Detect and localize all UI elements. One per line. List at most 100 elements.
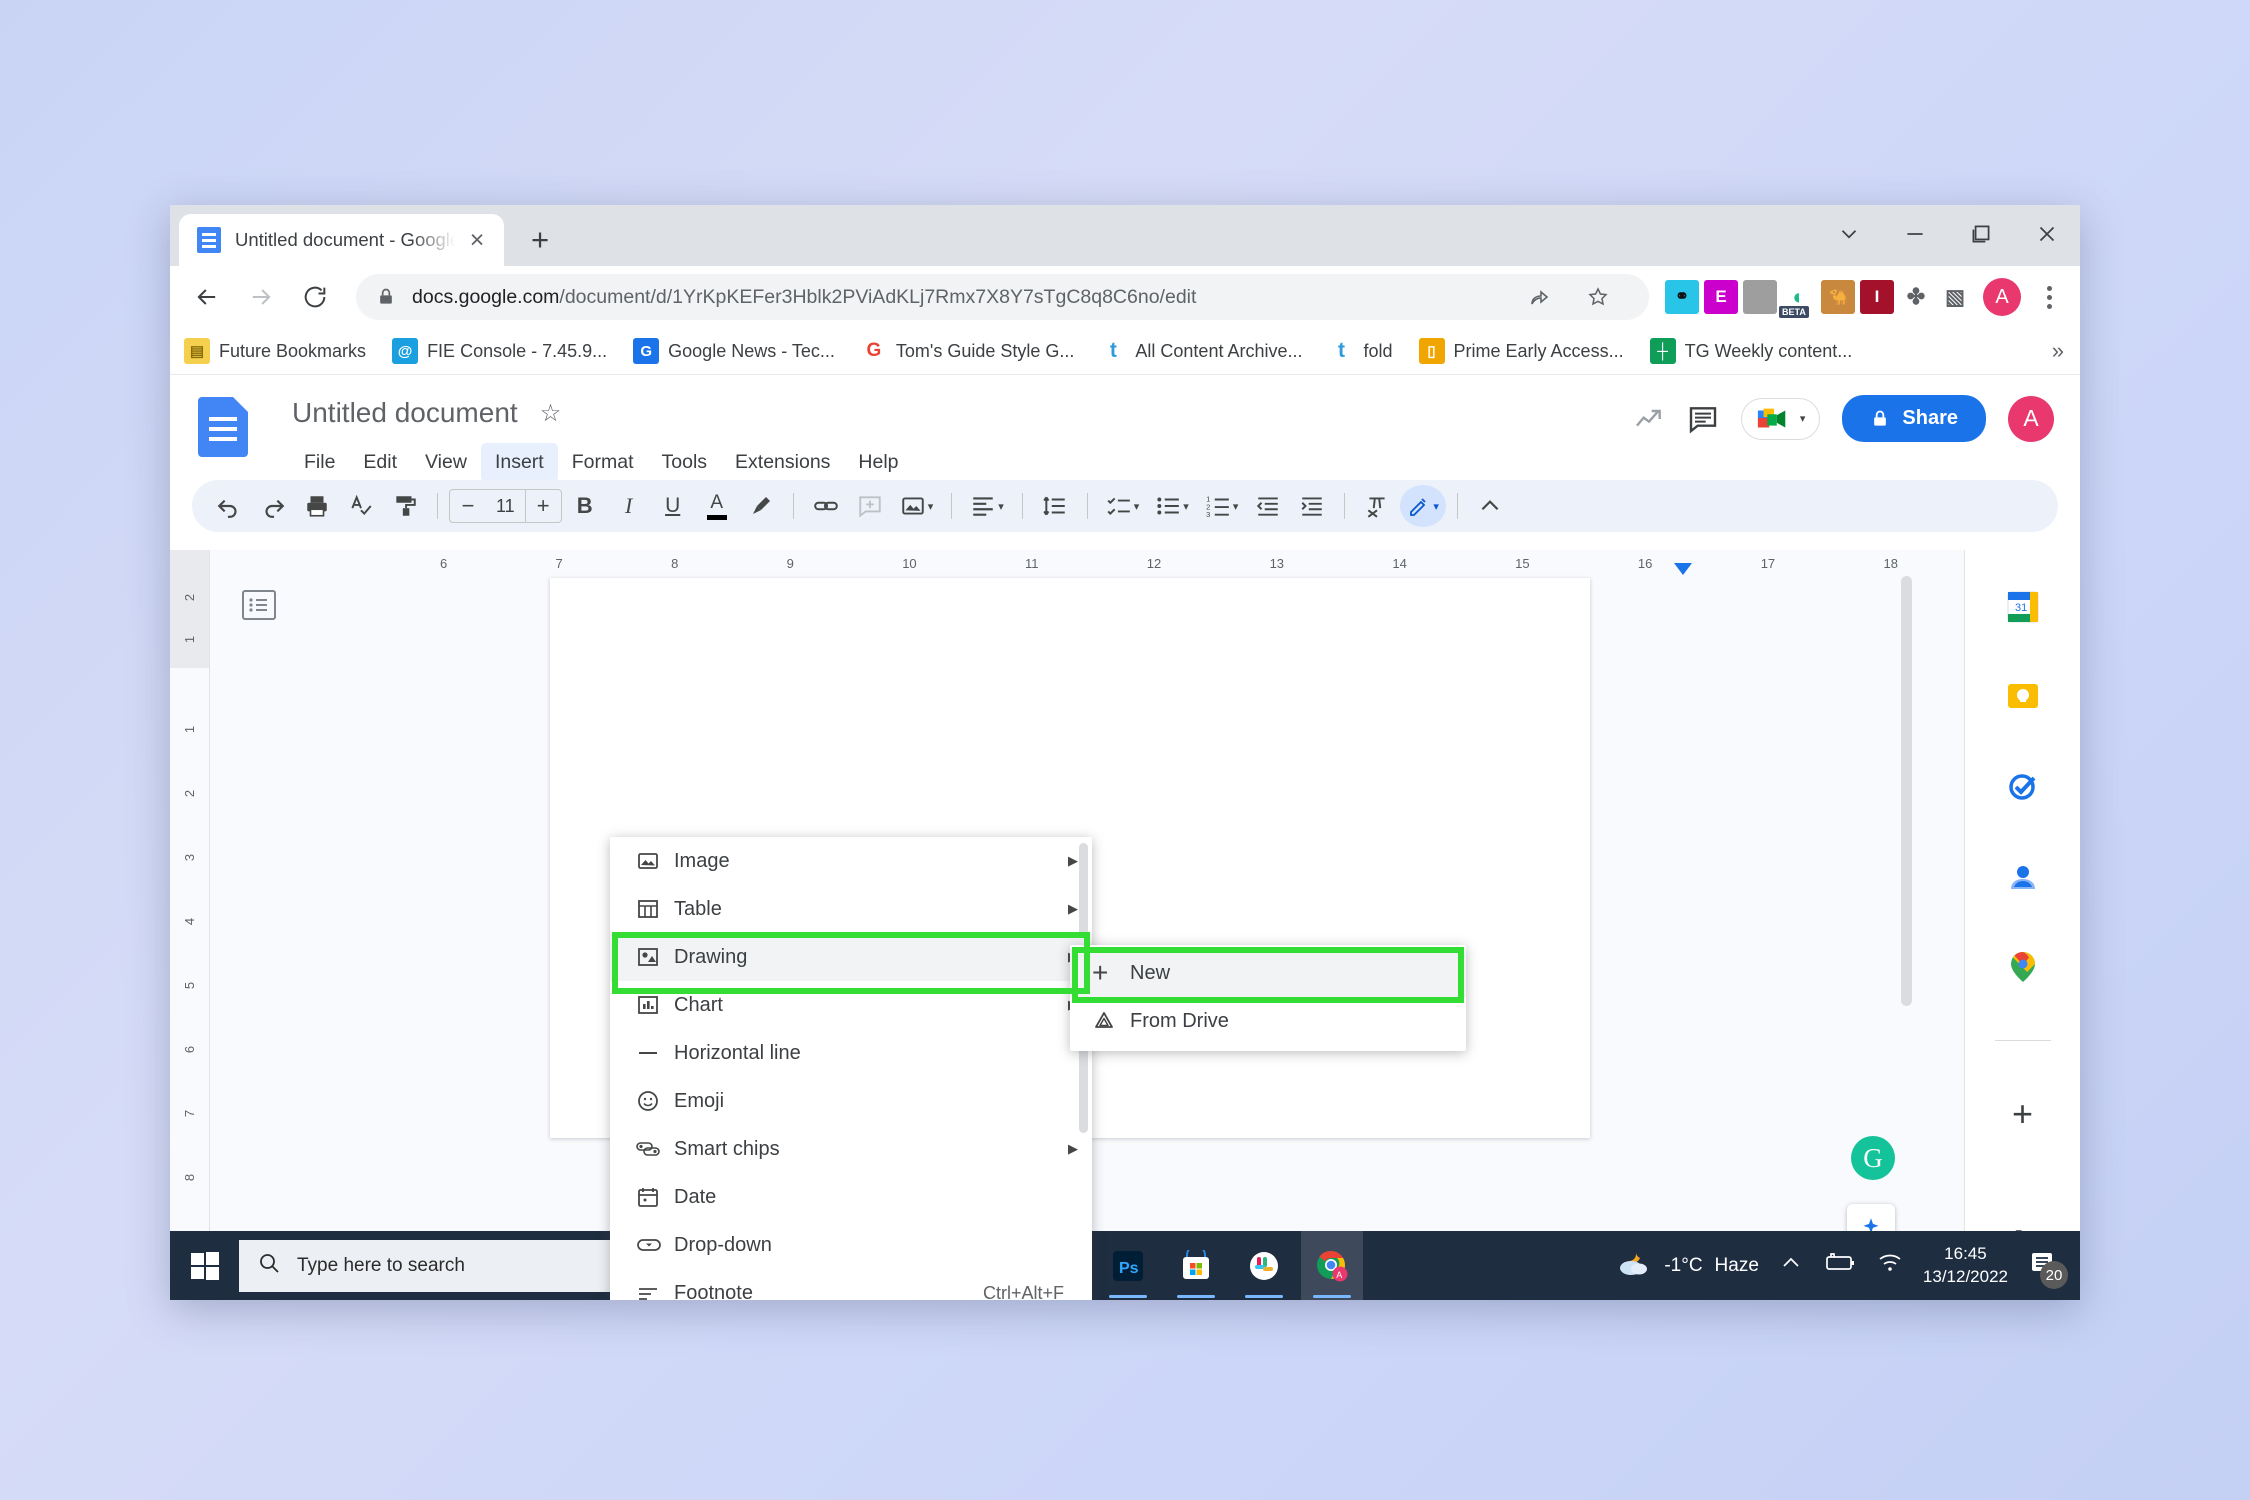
menu-view[interactable]: View	[411, 443, 481, 482]
close-icon[interactable]: ×	[462, 225, 492, 255]
redo-icon[interactable]	[252, 485, 294, 527]
address-bar[interactable]: docs.google.com/document/d/1YrKpKEFer3Hb…	[356, 274, 1649, 320]
menu-item-image[interactable]: Image ▶	[610, 837, 1092, 885]
horizontal-ruler[interactable]: 6 7 8 9 10 11 12 13 14 15 16 17 18	[210, 550, 1918, 576]
avatar[interactable]: A	[1983, 278, 2021, 316]
chevron-down-icon[interactable]: ▾	[1800, 412, 1806, 425]
menu-item-emoji[interactable]: Emoji	[610, 1077, 1092, 1125]
bulleted-list-icon[interactable]: ▾	[1148, 485, 1196, 527]
menu-item-table[interactable]: Table ▶	[610, 885, 1092, 933]
extensions-puzzle-icon[interactable]: ✤	[1899, 280, 1933, 314]
menu-file[interactable]: File	[290, 443, 349, 482]
weather-widget[interactable]: -1°C Haze	[1616, 1249, 1759, 1283]
add-comment-icon[interactable]	[849, 485, 891, 527]
comment-history-icon[interactable]	[1687, 403, 1719, 435]
menu-item-smart-chips[interactable]: Smart chips ▶	[610, 1125, 1092, 1173]
tab-search-button[interactable]	[1816, 205, 1882, 263]
slack-icon[interactable]	[1233, 1231, 1295, 1300]
print-icon[interactable]	[296, 485, 338, 527]
menu-item-drop-down[interactable]: Drop-down	[610, 1221, 1092, 1269]
highlight-pen-icon[interactable]	[740, 485, 782, 527]
menu-edit[interactable]: Edit	[349, 443, 411, 482]
menu-item-date[interactable]: Date	[610, 1173, 1092, 1221]
microsoft-store-icon[interactable]	[1165, 1231, 1227, 1300]
chevron-down-icon[interactable]: ▾	[998, 500, 1004, 513]
new-tab-button[interactable]: +	[518, 217, 562, 261]
menu-item-drawing[interactable]: Drawing ▶	[610, 933, 1092, 981]
font-size-control[interactable]: − 11 +	[449, 489, 562, 523]
undo-icon[interactable]	[208, 485, 250, 527]
bookmark-item[interactable]: ▤ Future Bookmarks	[184, 338, 366, 364]
insert-image-icon[interactable]: ▾	[893, 485, 941, 527]
bookmark-item[interactable]: @ FIE Console - 7.45.9...	[392, 338, 607, 364]
activity-trend-icon[interactable]	[1633, 403, 1665, 435]
camel-extension[interactable]: 🐪	[1821, 280, 1855, 314]
underline-button[interactable]: U	[652, 485, 694, 527]
google-chrome-icon[interactable]: A	[1301, 1231, 1363, 1300]
numbered-list-icon[interactable]: 1 2 3 ▾	[1198, 485, 1246, 527]
bookmark-item[interactable]: G Tom's Guide Style G...	[861, 338, 1075, 364]
decrease-indent-icon[interactable]	[1247, 485, 1289, 527]
grammarly-icon[interactable]: G	[1851, 1136, 1895, 1180]
document-scrollbar[interactable]	[1901, 576, 1912, 1006]
menu-insert[interactable]: Insert	[480, 443, 558, 482]
spellcheck-icon[interactable]	[340, 485, 382, 527]
battery-charging-icon[interactable]	[1823, 1252, 1857, 1279]
decrease-font-size-button[interactable]: −	[450, 490, 486, 522]
editing-pencil-icon[interactable]: ▾	[1400, 485, 1446, 527]
google-meet-button[interactable]: ▾	[1740, 397, 1821, 440]
bookmarks-overflow-button[interactable]: »	[2052, 338, 2064, 364]
chevron-down-icon[interactable]: ▾	[928, 500, 934, 513]
text-color-button[interactable]: A	[696, 485, 738, 527]
italic-button[interactable]: I	[608, 485, 650, 527]
menu-item-horizontal-line[interactable]: Horizontal line	[610, 1029, 1092, 1077]
menu-item-chart[interactable]: Chart ▶	[610, 981, 1092, 1029]
collapse-toolbar-icon[interactable]	[1469, 485, 1511, 527]
i-extension[interactable]: I	[1860, 280, 1894, 314]
chevron-down-icon[interactable]: ▾	[1433, 500, 1439, 513]
avatar[interactable]: A	[2008, 395, 2054, 442]
google-tasks-icon[interactable]	[2002, 766, 2044, 808]
reload-icon[interactable]	[292, 274, 338, 320]
e-extension[interactable]: E	[1704, 280, 1738, 314]
font-size-value[interactable]: 11	[486, 496, 525, 517]
chevron-down-icon[interactable]: ▾	[1134, 500, 1140, 513]
star-icon[interactable]	[1575, 274, 1621, 320]
vertical-ruler[interactable]: 2 1 1 2 3 4 5 6 7 8	[170, 550, 210, 1300]
close-window-button[interactable]	[2014, 205, 2080, 263]
maximize-button[interactable]	[1948, 205, 2014, 263]
indent-marker[interactable]	[1674, 562, 1693, 575]
checklist-icon[interactable]: ▾	[1099, 485, 1147, 527]
bookmark-item[interactable]: ┼ TG Weekly content...	[1649, 338, 1852, 364]
grey-extension[interactable]	[1743, 280, 1777, 314]
document-title[interactable]: Untitled document	[292, 397, 518, 429]
menu-help[interactable]: Help	[844, 443, 912, 482]
menu-tools[interactable]: Tools	[648, 443, 722, 482]
chevron-down-icon[interactable]: ▾	[1183, 500, 1189, 513]
document-outline-icon[interactable]	[242, 590, 276, 620]
menu-extensions[interactable]: Extensions	[721, 443, 844, 482]
minimize-button[interactable]	[1882, 205, 1948, 263]
beta-extension[interactable]: ◐ BETA	[1779, 280, 1816, 318]
increase-font-size-button[interactable]: +	[524, 490, 561, 522]
bookmark-item[interactable]: G Google News - Tec...	[633, 338, 835, 364]
share-button[interactable]: Share	[1842, 395, 1986, 442]
paint-format-icon[interactable]	[384, 485, 426, 527]
insert-link-icon[interactable]	[805, 485, 847, 527]
chrome-menu-button[interactable]	[2032, 285, 2066, 309]
bookmark-item[interactable]: t All Content Archive...	[1100, 338, 1303, 364]
back-arrow-icon[interactable]	[184, 274, 230, 320]
add-addon-button[interactable]: +	[2002, 1093, 2044, 1135]
google-docs-logo[interactable]	[198, 397, 248, 457]
share-icon[interactable]	[1517, 274, 1563, 320]
bookmark-item[interactable]: t fold	[1329, 338, 1393, 364]
show-hidden-icons-icon[interactable]	[1779, 1251, 1803, 1280]
link-extension[interactable]: ⚭	[1665, 280, 1699, 314]
google-contacts-icon[interactable]	[2002, 856, 2044, 898]
align-left-icon[interactable]: ▾	[963, 485, 1011, 527]
menu-item-footnote[interactable]: Footnote Ctrl+Alt+F	[610, 1269, 1092, 1300]
wifi-icon[interactable]	[1877, 1252, 1903, 1279]
line-spacing-icon[interactable]	[1034, 485, 1076, 527]
browser-tab[interactable]: Untitled document - Google Doc ×	[179, 214, 504, 266]
windows-start-icon[interactable]	[170, 1231, 239, 1300]
